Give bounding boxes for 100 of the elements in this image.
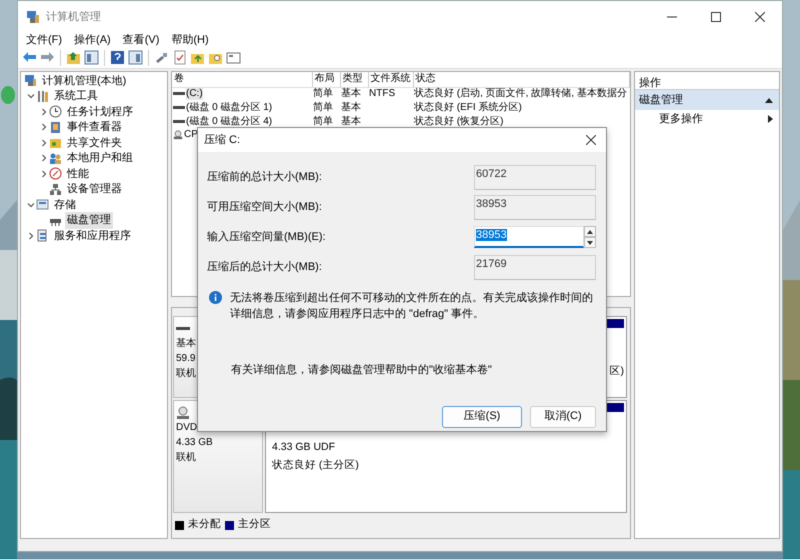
partition-info: 4.33 GB UDF <box>272 440 336 456</box>
menu-item[interactable]: 操作(A) <box>74 33 111 47</box>
chevron-icon[interactable] <box>40 154 48 162</box>
column-header[interactable]: 类型 <box>340 72 368 87</box>
chevron-icon[interactable] <box>40 170 48 178</box>
storage-icon <box>36 198 49 212</box>
tree-item[interactable]: 服务和应用程序 <box>52 228 133 244</box>
disk-info: 基本 <box>176 336 196 352</box>
column-header[interactable]: 状态 <box>413 72 630 87</box>
close-icon <box>586 135 596 145</box>
notebook-icon <box>49 120 62 134</box>
folder-icon <box>49 136 62 150</box>
folder-up-icon[interactable] <box>66 50 81 65</box>
cd-drive-icon <box>176 406 190 420</box>
table-cell: 状态良好 (恢复分区) <box>414 116 504 127</box>
disk-info: 联机 <box>176 450 196 466</box>
chevron-icon[interactable] <box>26 92 34 100</box>
chevron-icon[interactable] <box>26 232 34 240</box>
readonly-field: 38953 <box>474 194 596 220</box>
spin-down-button[interactable] <box>584 237 596 248</box>
volume-name[interactable]: CP <box>184 129 198 141</box>
cd-drive-icon <box>173 130 183 140</box>
window-icon[interactable] <box>226 50 241 65</box>
disk-info: DVD <box>176 421 198 436</box>
menu-item[interactable]: 查看(V) <box>122 33 160 47</box>
tools-icon <box>36 90 49 103</box>
tree-item[interactable]: 设备管理器 <box>65 181 124 198</box>
drive-icon <box>173 104 185 110</box>
caret-up-icon <box>587 230 593 234</box>
forward-icon[interactable] <box>40 50 55 65</box>
number-field[interactable]: 38953 <box>474 226 584 248</box>
tree-item[interactable]: 事件查看器 <box>65 119 124 136</box>
drive-icon <box>176 326 190 332</box>
info-icon <box>209 291 222 304</box>
legend-label: 主分区 <box>238 517 271 532</box>
services-icon <box>36 229 49 242</box>
dialog-title: 压缩 C: <box>204 132 240 148</box>
info-text: 无法将卷压缩到超出任何不可移动的文件所在的点。有关完成该操作时间的详细信息，请参阅应用程序日志中的 "defrag" 事件。 <box>230 290 594 322</box>
drive-icon <box>173 118 185 124</box>
tree-item[interactable]: 性能 <box>65 166 91 182</box>
chevron-icon[interactable] <box>26 200 34 209</box>
users-icon <box>49 152 62 165</box>
table-cell: 基本 <box>341 116 361 127</box>
readonly-field: 21769 <box>474 254 596 280</box>
menu-item[interactable]: 帮助(H) <box>171 33 209 47</box>
action-item[interactable]: 更多操作 <box>659 110 703 128</box>
table-cell: 简单 <box>313 102 333 113</box>
tree-item[interactable]: 磁盘管理 <box>65 212 113 228</box>
legend-label: 未分配 <box>188 517 221 532</box>
computer-icon <box>24 74 37 88</box>
field-label: 压缩后的总计大小(MB): <box>207 260 323 275</box>
table-cell: 基本 <box>341 88 361 100</box>
help-text: 有关详细信息，请参阅磁盘管理帮助中的"收缩基本卷" <box>230 362 493 378</box>
close-icon <box>755 12 765 22</box>
submenu-arrow-icon <box>768 115 773 123</box>
volume-name[interactable]: (C:) <box>186 88 203 100</box>
spin-up-button[interactable] <box>584 226 596 237</box>
tree-item[interactable]: 系统工具 <box>52 88 100 104</box>
window-title: 计算机管理 <box>46 10 101 25</box>
dialog-button[interactable]: 取消(C) <box>530 406 596 428</box>
table-cell: 状态良好 (启动, 页面文件, 故障转储, 基本数据分 <box>414 88 627 100</box>
column-header[interactable]: 布局 <box>312 72 340 87</box>
volume-name[interactable]: (磁盘 0 磁盘分区 4) <box>186 116 272 128</box>
partition-info: 区) <box>610 364 624 380</box>
column-header[interactable]: 卷 <box>172 72 312 87</box>
tree-item[interactable]: 计算机管理(本地) <box>40 72 128 89</box>
menu-item[interactable]: 文件(F) <box>26 33 62 47</box>
partition-info: 状态良好 (主分区) <box>272 458 359 474</box>
table-cell: NTFS <box>369 88 396 100</box>
table-cell: 简单 <box>313 116 333 127</box>
clock-icon <box>49 105 62 118</box>
readonly-field: 60722 <box>474 164 596 190</box>
pane-icon[interactable] <box>84 50 99 65</box>
maximize-icon <box>711 12 721 22</box>
computer-icon <box>26 10 40 24</box>
document-icon[interactable] <box>172 50 187 65</box>
table-cell: 状态良好 (EFI 系统分区) <box>414 102 522 113</box>
caret-down-icon <box>587 240 593 244</box>
help-icon[interactable] <box>110 50 125 65</box>
dialog-button[interactable]: 压缩(S) <box>442 406 522 428</box>
field-label: 压缩前的总计大小(MB): <box>207 170 323 185</box>
disk-info: 59.9 <box>176 352 196 366</box>
network-icon <box>49 182 62 196</box>
chevron-icon[interactable] <box>40 108 48 116</box>
table-cell: 基本 <box>341 102 361 113</box>
field-label: 输入压缩空间量(MB)(E): <box>207 230 327 245</box>
disk-info: 4.33 GB <box>176 436 213 450</box>
column-header[interactable]: 文件系统 <box>368 72 413 87</box>
chevron-icon[interactable] <box>40 123 48 132</box>
pane-icon[interactable] <box>128 50 143 65</box>
tree-item[interactable]: 存储 <box>52 196 78 213</box>
tree-item[interactable]: 任务计划程序 <box>65 104 135 120</box>
table-cell: 简单 <box>313 88 333 100</box>
drive-icon <box>173 90 185 97</box>
collapse-icon[interactable] <box>765 97 773 103</box>
chevron-icon[interactable] <box>40 138 48 147</box>
tree-item[interactable]: 共享文件夹 <box>65 134 124 151</box>
volume-name[interactable]: (磁盘 0 磁盘分区 1) <box>186 102 272 114</box>
tree-item[interactable]: 本地用户和组 <box>65 150 135 166</box>
disk-info: 联机 <box>176 366 196 382</box>
